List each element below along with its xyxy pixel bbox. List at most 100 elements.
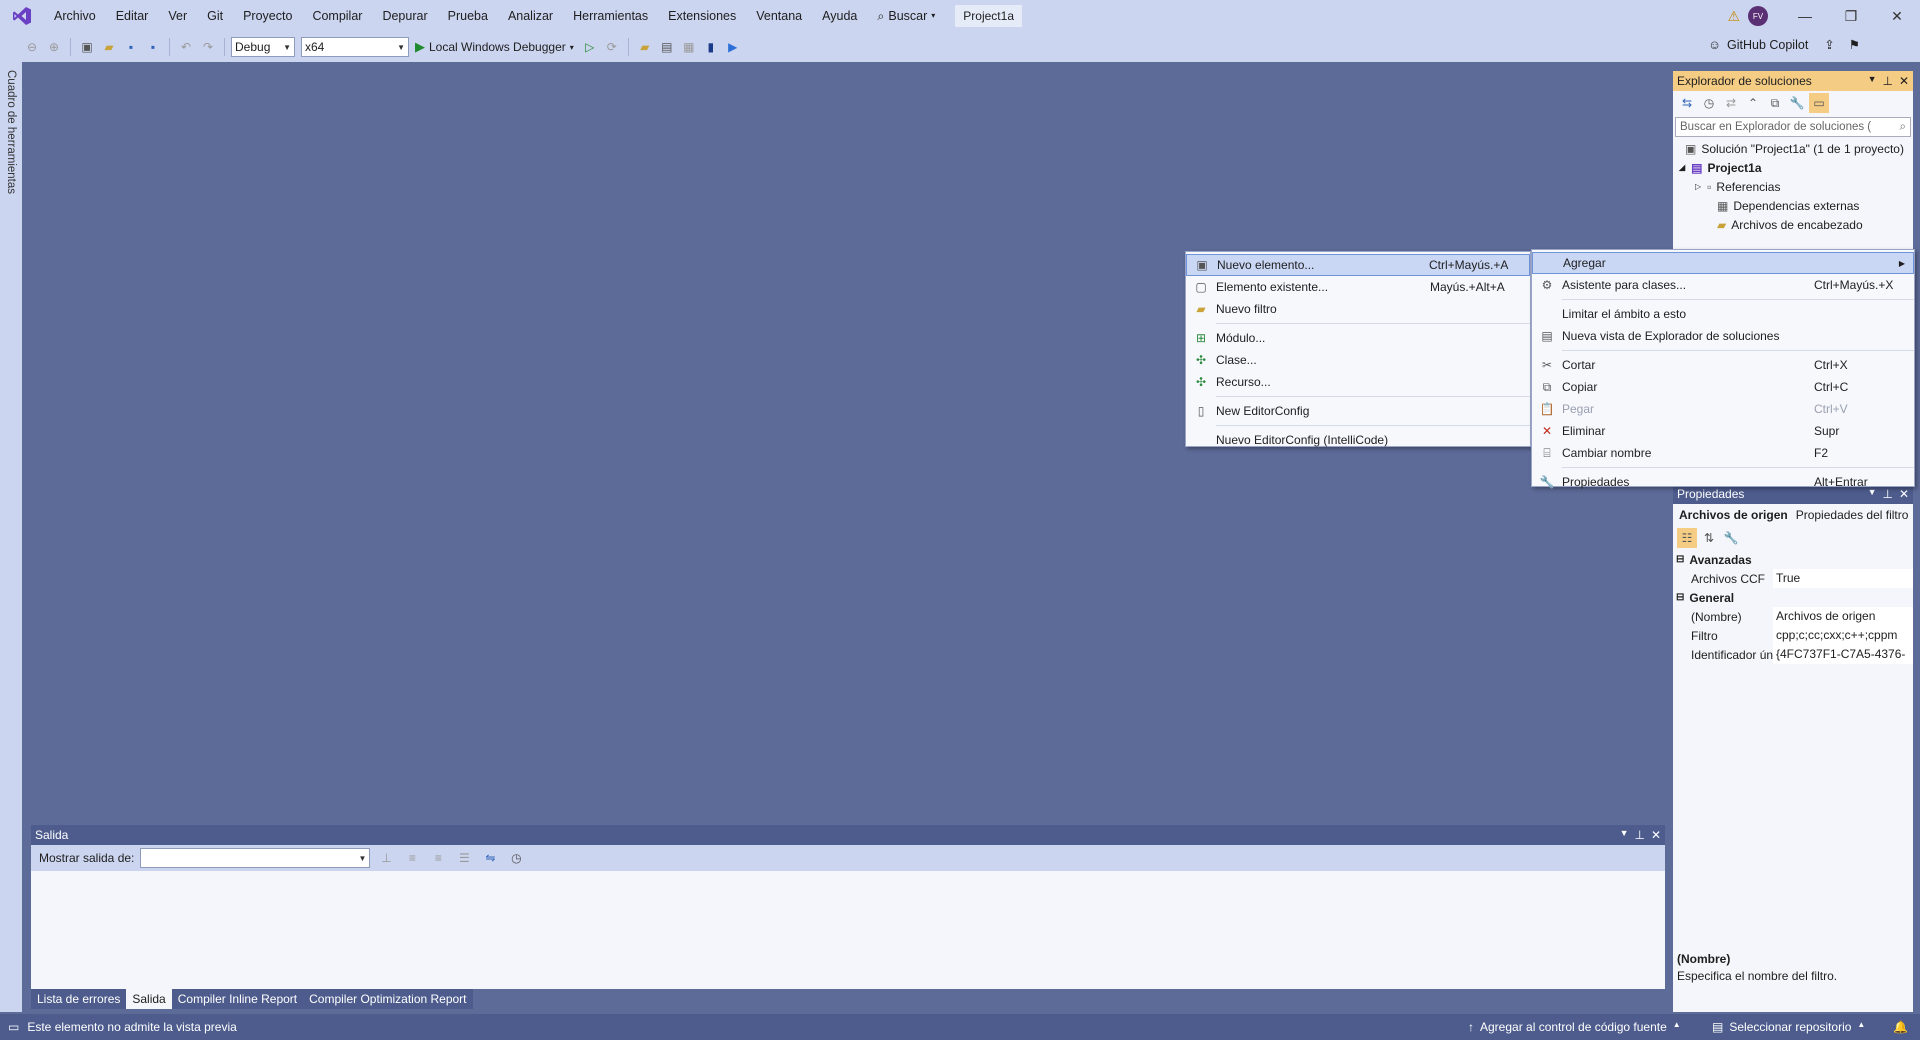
search-button[interactable]: ⌕ Buscar ▾ bbox=[867, 0, 945, 32]
property-value[interactable]: {4FC737F1-C7A5-4376- bbox=[1773, 645, 1913, 664]
close-icon[interactable]: ✕ bbox=[1899, 74, 1909, 88]
expand-arrow-icon[interactable]: ◢ bbox=[1679, 163, 1685, 172]
word-wrap-icon[interactable]: ⇋ bbox=[480, 848, 500, 868]
property-row[interactable]: Identificador único{4FC737F1-C7A5-4376- bbox=[1673, 645, 1913, 664]
property-category[interactable]: ⊟ General bbox=[1673, 588, 1913, 607]
property-value[interactable]: Archivos de origen bbox=[1773, 607, 1913, 626]
visual-studio-logo-icon[interactable] bbox=[0, 0, 44, 32]
menu-item[interactable]: ⧉ Copiar Ctrl+C bbox=[1532, 376, 1914, 398]
menu-depurar[interactable]: Depurar bbox=[372, 0, 437, 32]
select-repository-button[interactable]: ▤ Seleccionar repositorio ▲ bbox=[1712, 1020, 1865, 1034]
open-folder-icon[interactable]: ▰ bbox=[99, 37, 119, 57]
history-icon[interactable]: ◷ bbox=[1699, 93, 1719, 113]
menu-item[interactable]: ✣ Clase... bbox=[1186, 349, 1530, 371]
menu-git[interactable]: Git bbox=[197, 0, 233, 32]
share-icon[interactable]: ⇪ bbox=[1824, 37, 1834, 52]
notifications-icon[interactable]: 🔔 bbox=[1893, 1020, 1908, 1034]
tree-item[interactable]: ▣ Solución "Project1a" (1 de 1 proyecto) bbox=[1673, 139, 1913, 158]
bottom-tab[interactable]: Compiler Inline Report bbox=[171, 989, 304, 1009]
wrench-icon[interactable]: 🔧 bbox=[1721, 528, 1741, 548]
collapse-icon[interactable]: ⊟ bbox=[1676, 554, 1684, 565]
configuration-combo[interactable]: Debug ▼ bbox=[231, 37, 295, 57]
wrench-icon[interactable]: 🔧 bbox=[1787, 93, 1807, 113]
pin-icon[interactable]: ⊥ bbox=[1634, 828, 1644, 842]
avatar[interactable]: FV bbox=[1748, 6, 1768, 26]
menu-item[interactable]: 📋 Pegar Ctrl+V bbox=[1532, 398, 1914, 420]
find-message-icon[interactable]: ⊥ bbox=[376, 848, 396, 868]
dropdown-icon[interactable]: ▼ bbox=[1620, 828, 1629, 842]
menu-item[interactable]: ✣ Recurso... bbox=[1186, 371, 1530, 393]
property-value[interactable]: True bbox=[1773, 569, 1913, 588]
menu-item[interactable]: ▣ Nuevo elemento... Ctrl+Mayús.+A bbox=[1186, 254, 1530, 276]
show-all-icon[interactable]: ⧉ bbox=[1765, 93, 1785, 113]
tree-item[interactable]: ▰ Archivos de encabezado bbox=[1673, 215, 1913, 234]
close-icon[interactable]: ✕ bbox=[1651, 828, 1661, 842]
bookmark-icon[interactable]: ▦ bbox=[679, 37, 699, 57]
menu-item[interactable]: ▯ New EditorConfig bbox=[1186, 400, 1530, 422]
menu-compilar[interactable]: Compilar bbox=[302, 0, 372, 32]
menu-item[interactable]: ▰ Nuevo filtro bbox=[1186, 298, 1530, 320]
menu-item[interactable]: ✂ Cortar Ctrl+X bbox=[1532, 354, 1914, 376]
menu-ver[interactable]: Ver bbox=[158, 0, 197, 32]
menu-ventana[interactable]: Ventana bbox=[746, 0, 812, 32]
bottom-tab[interactable]: Lista de errores bbox=[31, 989, 127, 1009]
minimize-button[interactable]: — bbox=[1782, 0, 1828, 32]
menu-editar[interactable]: Editar bbox=[106, 0, 159, 32]
close-window-button[interactable]: ✕ bbox=[1874, 0, 1920, 32]
restore-button[interactable]: ❐ bbox=[1828, 0, 1874, 32]
start-without-debugging-icon[interactable]: ▷ bbox=[580, 37, 600, 57]
menu-item[interactable]: Limitar el ámbito a esto bbox=[1532, 303, 1914, 325]
collapse-arrow-icon[interactable]: ▷ bbox=[1695, 182, 1701, 191]
hot-reload-icon[interactable]: ⟳ bbox=[602, 37, 622, 57]
collapse-icon[interactable]: ⌃ bbox=[1743, 93, 1763, 113]
window-icon[interactable]: ▤ bbox=[657, 37, 677, 57]
extension-icon[interactable]: ▮ bbox=[701, 37, 721, 57]
menu-item[interactable]: ⌸ Cambiar nombre F2 bbox=[1532, 442, 1914, 464]
next-message-icon[interactable]: ≡ bbox=[428, 848, 448, 868]
property-value[interactable]: cpp;c;cc;cxx;c++;cppm bbox=[1773, 626, 1913, 645]
save-all-icon[interactable]: ▪ bbox=[143, 37, 163, 57]
categorized-icon[interactable]: ☷ bbox=[1677, 528, 1697, 548]
menu-item[interactable]: Agregar ▶ bbox=[1532, 252, 1914, 274]
menu-item[interactable]: ▢ Elemento existente... Mayús.+Alt+A bbox=[1186, 276, 1530, 298]
properties-object-selector[interactable]: Archivos de origen Propiedades del filtr… bbox=[1673, 504, 1913, 526]
menu-prueba[interactable]: Prueba bbox=[438, 0, 498, 32]
menu-item[interactable]: ✕ Eliminar Supr bbox=[1532, 420, 1914, 442]
menu-extensiones[interactable]: Extensiones bbox=[658, 0, 746, 32]
new-project-icon[interactable]: ▣ bbox=[77, 37, 97, 57]
alphabetical-icon[interactable]: ⇅ bbox=[1699, 528, 1719, 548]
pin-icon[interactable]: ⊥ bbox=[1882, 74, 1892, 88]
tree-item[interactable]: ▦ Dependencias externas bbox=[1673, 196, 1913, 215]
source-control-button[interactable]: ↑ Agregar al control de código fuente ▲ bbox=[1468, 1020, 1681, 1034]
collapse-icon[interactable]: ⊟ bbox=[1676, 592, 1684, 603]
menu-proyecto[interactable]: Proyecto bbox=[233, 0, 302, 32]
bottom-tab[interactable]: Compiler Optimization Report bbox=[303, 989, 473, 1009]
back-icon[interactable]: ⊖ bbox=[22, 37, 42, 57]
menu-archivo[interactable]: Archivo bbox=[44, 0, 106, 32]
bottom-tab[interactable]: Salida bbox=[126, 989, 172, 1009]
output-source-combo[interactable]: ▼ bbox=[140, 848, 371, 868]
solution-search-input[interactable]: Buscar en Explorador de soluciones ( ⌕ bbox=[1675, 117, 1911, 137]
folder-icon[interactable]: ▰ bbox=[635, 37, 655, 57]
undo-icon[interactable]: ↶ bbox=[176, 37, 196, 57]
previous-message-icon[interactable]: ≡ bbox=[402, 848, 422, 868]
menu-herramientas[interactable]: Herramientas bbox=[563, 0, 658, 32]
menu-analizar[interactable]: Analizar bbox=[498, 0, 563, 32]
menu-ayuda[interactable]: Ayuda bbox=[812, 0, 867, 32]
dropdown-icon[interactable]: ▼ bbox=[1868, 74, 1877, 88]
forward-icon[interactable]: ⊕ bbox=[44, 37, 64, 57]
step-icon[interactable]: ▶ bbox=[723, 37, 743, 57]
property-row[interactable]: Filtro cpp;c;cc;cxx;c++;cppm bbox=[1673, 626, 1913, 645]
save-icon[interactable]: ▪ bbox=[121, 37, 141, 57]
property-category[interactable]: ⊟ Avanzadas bbox=[1673, 550, 1913, 569]
sync-icon[interactable]: ⇆ bbox=[1677, 93, 1697, 113]
timestamp-icon[interactable]: ◷ bbox=[506, 848, 526, 868]
redo-icon[interactable]: ↷ bbox=[198, 37, 218, 57]
toolbox-tab[interactable]: Cuadro de herramientas bbox=[5, 70, 17, 194]
menu-item[interactable]: ⊞ Módulo... bbox=[1186, 327, 1530, 349]
feedback-icon[interactable]: ⚑ bbox=[1849, 37, 1860, 52]
start-debugging-button[interactable]: ▶ Local Windows Debugger ▾ bbox=[411, 39, 578, 55]
tree-item[interactable]: ◢ ▤ Project1a bbox=[1673, 158, 1913, 177]
menu-item[interactable]: ▤ Nueva vista de Explorador de soluciones bbox=[1532, 325, 1914, 347]
warning-icon[interactable]: ⚠ bbox=[1727, 8, 1740, 25]
